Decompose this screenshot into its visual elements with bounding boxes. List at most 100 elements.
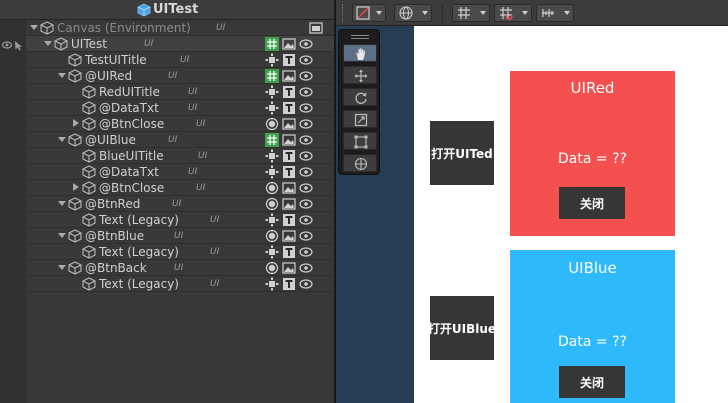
ui-layer-tag: UI — [188, 87, 198, 97]
image-component-icon — [282, 118, 296, 130]
hierarchy-row[interactable]: @BtnBlue UI — [26, 228, 334, 244]
hierarchy-item-name: @BtnClose — [99, 181, 165, 195]
gizmo-toggle-dropdown[interactable] — [452, 4, 490, 22]
hand-icon — [356, 48, 365, 60]
red-ui-close-button[interactable]: 关闭 — [559, 187, 625, 219]
expand-arrow-icon[interactable] — [30, 22, 38, 32]
ui-layer-tag: UI — [196, 183, 206, 193]
gameobject-cube-icon — [82, 245, 96, 259]
hierarchy-row[interactable]: @DataTxt UI — [26, 100, 334, 116]
hierarchy-row[interactable]: BlueUITitle UI — [26, 148, 334, 164]
rect-transform-icon — [265, 53, 279, 67]
globe-dropdown[interactable] — [394, 4, 432, 22]
ui-layer-tag: UI — [180, 55, 190, 65]
grid-snap-icon — [500, 7, 513, 20]
globe-icon — [399, 6, 413, 20]
canvas-preview[interactable]: 打开UITed 打开UIBlue UIRed Data = ?? 关闭 UIBl… — [414, 26, 728, 403]
collapse-arrow-icon[interactable] — [72, 182, 80, 192]
blue-ui-close-button[interactable]: 关闭 — [559, 366, 625, 398]
text-component-icon — [283, 102, 295, 114]
rotate-tool-button[interactable] — [343, 88, 377, 106]
hierarchy-gutter — [0, 20, 26, 403]
move-tool-button[interactable] — [343, 66, 377, 84]
snap-toggle-dropdown[interactable] — [494, 4, 532, 22]
visibility-eye-icon — [299, 71, 313, 81]
hierarchy-row[interactable]: @UIRed UI — [26, 68, 334, 84]
scene-toolbar — [336, 0, 728, 26]
hierarchy-row[interactable]: UITest UI — [26, 36, 334, 52]
visibility-eye-icon — [299, 119, 313, 129]
hierarchy-item-name: RedUITitle — [99, 85, 160, 99]
ui-layer-tag: UI — [210, 215, 220, 225]
blue-ui-title: UIBlue — [568, 259, 617, 277]
hierarchy-row[interactable]: @BtnBack UI — [26, 260, 334, 276]
hierarchy-item-name: @BtnBack — [85, 261, 147, 275]
expand-arrow-icon[interactable] — [44, 38, 52, 48]
ruler-icon — [542, 9, 554, 17]
ui-layer-tag: UI — [168, 135, 178, 145]
hierarchy-row[interactable]: @UIBlue UI — [26, 132, 334, 148]
expand-arrow-icon[interactable] — [58, 198, 66, 208]
toolbar-grip[interactable] — [342, 4, 344, 22]
hierarchy-row[interactable]: Canvas (Environment) UI — [26, 20, 334, 36]
visibility-eye-icon — [299, 151, 313, 161]
increment-snap-dropdown[interactable] — [536, 4, 574, 22]
script-component-icon — [265, 69, 279, 83]
rect-transform-icon — [265, 149, 279, 163]
hierarchy-row[interactable]: Text (Legacy) UI — [26, 244, 334, 260]
hierarchy-item-name: @DataTxt — [99, 165, 159, 179]
gameobject-cube-icon — [82, 165, 96, 179]
gameobject-cube-icon — [68, 69, 82, 83]
button-component-icon — [265, 117, 279, 131]
open-red-ui-button[interactable]: 打开UITed — [430, 121, 494, 185]
hierarchy-row[interactable]: @BtnRed UI — [26, 196, 334, 212]
gameobject-cube-icon — [82, 101, 96, 115]
hierarchy-row[interactable]: Text (Legacy) UI — [26, 212, 334, 228]
text-component-icon — [283, 214, 295, 226]
expand-arrow-icon[interactable] — [58, 134, 66, 144]
hierarchy-item-name: @BtnClose — [99, 117, 165, 131]
image-component-icon — [282, 182, 296, 194]
image-component-icon — [282, 38, 296, 50]
text-component-icon — [283, 166, 295, 178]
hierarchy-row[interactable]: @BtnClose UI — [26, 116, 334, 132]
hierarchy-row[interactable]: @DataTxt UI — [26, 164, 334, 180]
open-blue-ui-button[interactable]: 打开UIBlue — [428, 296, 496, 360]
red-ui-panel: UIRed Data = ?? 关闭 — [510, 71, 675, 236]
visibility-eye-icon — [299, 279, 313, 289]
gameobject-cube-icon — [68, 53, 82, 67]
prefab-header: UITest — [0, 0, 334, 20]
ui-layer-tag: UI — [210, 247, 220, 257]
draw-mode-dropdown[interactable] — [352, 4, 386, 22]
rect-transform-icon — [265, 277, 279, 291]
visibility-eye-icon — [299, 135, 313, 145]
hierarchy-item-name: BlueUITitle — [99, 149, 164, 163]
script-component-icon — [265, 37, 279, 51]
scale-tool-button[interactable] — [343, 110, 377, 128]
image-component-icon — [282, 230, 296, 242]
grid-gizmo-icon — [458, 7, 470, 19]
visibility-eye-icon — [299, 103, 313, 113]
ui-layer-tag: UI — [196, 119, 206, 129]
visibility-eye-icon — [299, 167, 313, 177]
hierarchy-row[interactable]: @BtnClose UI — [26, 180, 334, 196]
hierarchy-row[interactable]: RedUITitle UI — [26, 84, 334, 100]
gameobject-cube-icon — [40, 21, 54, 35]
expand-arrow-icon[interactable] — [58, 230, 66, 240]
rotate-icon — [355, 92, 367, 104]
visibility-picking-icons[interactable] — [2, 39, 26, 51]
expand-arrow-icon[interactable] — [58, 262, 66, 272]
collapse-arrow-icon[interactable] — [72, 118, 80, 128]
hierarchy-row[interactable]: Text (Legacy) UI — [26, 276, 334, 292]
rect-tool-button[interactable] — [343, 132, 377, 150]
hierarchy-row[interactable]: TestUITitle UI — [26, 52, 334, 68]
scene-view[interactable]: 打开UITed 打开UIBlue UIRed Data = ?? 关闭 UIBl… — [336, 0, 728, 403]
visibility-eye-icon — [299, 183, 313, 193]
transform-tool-button[interactable] — [343, 154, 377, 172]
expand-arrow-icon[interactable] — [58, 70, 66, 80]
gameobject-cube-icon — [82, 117, 96, 131]
hand-tool-button[interactable] — [343, 44, 377, 62]
visibility-eye-icon — [299, 231, 313, 241]
gameobject-cube-icon — [82, 277, 96, 291]
ui-layer-tag: UI — [172, 199, 182, 209]
